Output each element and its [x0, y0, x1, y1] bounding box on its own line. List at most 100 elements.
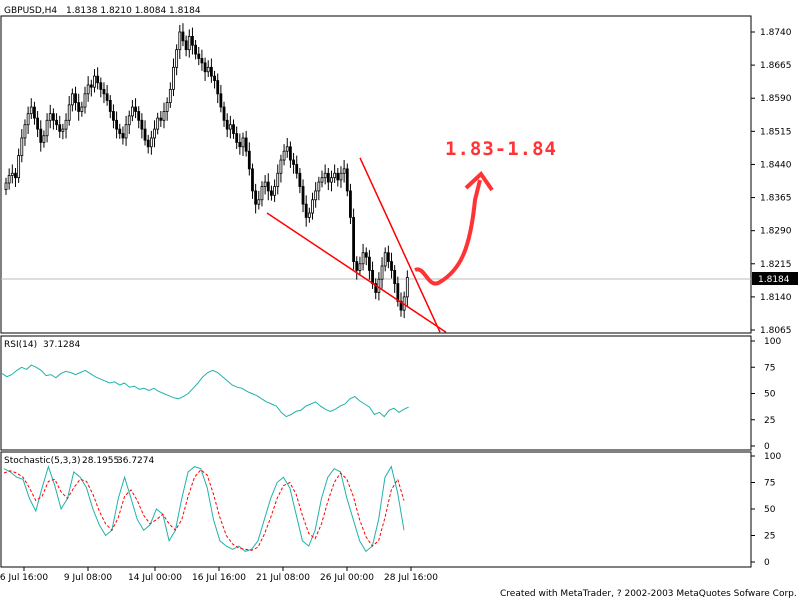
candle-body	[29, 106, 33, 115]
candle-body	[99, 82, 103, 90]
candle-body	[67, 104, 71, 121]
candle-body	[393, 269, 397, 285]
candle-body	[405, 277, 409, 298]
indicator-tick-label: 25	[764, 416, 775, 426]
candle-body	[80, 106, 84, 112]
candle-body	[42, 135, 46, 143]
candle-body	[181, 31, 185, 42]
candle-body	[209, 66, 213, 77]
candle-body	[232, 124, 235, 134]
stochastic-axis: 100 75 50 25 0	[751, 452, 781, 568]
time-tick-label: 14 Jul 00:00	[128, 573, 182, 583]
candle-body	[127, 115, 131, 126]
candle-body	[134, 106, 137, 112]
candle-body	[149, 137, 153, 148]
candle-body	[14, 172, 17, 179]
candle-body	[276, 172, 280, 187]
price-tick-label: 1.8215	[760, 260, 792, 270]
candle-body	[364, 252, 368, 258]
target-annotation: 1.83-1.84	[445, 138, 557, 160]
ohlc-readout: 1.8138 1.8210 1.8084 1.8184	[66, 6, 201, 16]
rsi-title: RSI(14)	[4, 340, 37, 350]
price-tick-label: 1.8290	[760, 227, 792, 237]
candle-body	[263, 181, 267, 187]
rsi-panel: 100 75 50 25 0 RSI(14) 37.1284	[0, 335, 781, 452]
candle-body	[266, 181, 270, 192]
indicator-tick-label: 0	[764, 442, 770, 452]
time-tick-label: 9 Jul 08:00	[64, 573, 113, 583]
candle-body	[20, 137, 24, 157]
indicator-tick-label: 50	[764, 390, 776, 400]
candle-body	[222, 106, 226, 121]
candle-body	[74, 93, 77, 104]
stochastic-panel-frame	[0, 451, 752, 568]
candle-body	[58, 124, 62, 132]
time-axis: 6 Jul 16:00 9 Jul 08:00 14 Jul 00:00 16 Jul…	[0, 567, 438, 583]
candle-body	[251, 168, 254, 192]
candle-body	[279, 159, 283, 174]
candle-body	[143, 128, 147, 141]
candle-body	[345, 168, 349, 192]
candle-body	[333, 172, 337, 179]
candle-body	[380, 265, 384, 280]
candle-body	[89, 84, 93, 88]
metatrader-chart: 1.8740 1.8665 1.8590 1.8515 1.8440 1.8365 1.82…	[0, 6, 798, 599]
candle-body	[298, 172, 302, 187]
price-tick-label: 1.8440	[760, 160, 792, 170]
candle-body	[7, 175, 11, 184]
price-tick-label: 1.8590	[760, 94, 792, 104]
time-tick-label: 16 Jul 16:00	[192, 573, 246, 583]
price-tick-label: 1.8665	[760, 61, 792, 71]
footer-credit: Created with MetaTrader, ? 2002-2003 Met…	[500, 589, 797, 599]
candle-body	[39, 128, 43, 143]
candle-body	[311, 199, 314, 214]
candle-body	[270, 190, 273, 196]
price-tick-label: 1.8140	[760, 293, 792, 303]
candle-body	[187, 36, 191, 51]
candle-body	[377, 278, 381, 293]
price-axis: 1.8740 1.8665 1.8590 1.8515 1.8440 1.8365 1.82…	[751, 28, 792, 336]
candle-body	[352, 217, 356, 262]
candle-body	[45, 119, 49, 137]
candle-body	[124, 124, 128, 139]
candle-body	[336, 172, 340, 181]
candle-body	[83, 93, 87, 108]
candle-body	[146, 139, 150, 148]
candle-body	[285, 146, 289, 152]
candle-body	[396, 283, 400, 302]
candle-body	[247, 150, 251, 170]
indicator-tick-label: 100	[764, 452, 781, 462]
candle-body	[112, 111, 115, 121]
candle-body	[273, 186, 277, 196]
candle-body	[367, 256, 371, 271]
candle-body	[295, 164, 299, 174]
candle-body	[339, 172, 343, 181]
candle-body	[288, 146, 292, 161]
candle-body	[17, 155, 21, 179]
candle-body	[219, 93, 223, 108]
candle-body	[206, 66, 210, 73]
candle-body	[70, 93, 74, 106]
candle-body	[108, 100, 112, 112]
candle-body	[33, 106, 36, 119]
price-tick-label: 1.8740	[760, 28, 792, 38]
candle-body	[115, 119, 118, 130]
candle-body	[61, 128, 65, 132]
candle-body	[244, 137, 248, 152]
price-tick-label: 1.8515	[760, 127, 792, 137]
candle-body	[358, 263, 362, 271]
candle-body	[292, 159, 295, 165]
candle-body	[260, 186, 264, 201]
candle-body	[86, 84, 90, 95]
candle-body	[36, 117, 39, 130]
candle-body	[386, 252, 390, 262]
candle-body	[175, 49, 179, 68]
candle-body	[241, 137, 245, 148]
candle-body	[93, 75, 96, 88]
candle-body	[105, 93, 109, 101]
time-tick-label: 28 Jul 16:00	[384, 573, 438, 583]
price-tick-label: 1.8365	[760, 194, 792, 204]
candle-body	[235, 133, 239, 143]
candle-body	[326, 172, 330, 183]
candle-body	[168, 88, 172, 104]
